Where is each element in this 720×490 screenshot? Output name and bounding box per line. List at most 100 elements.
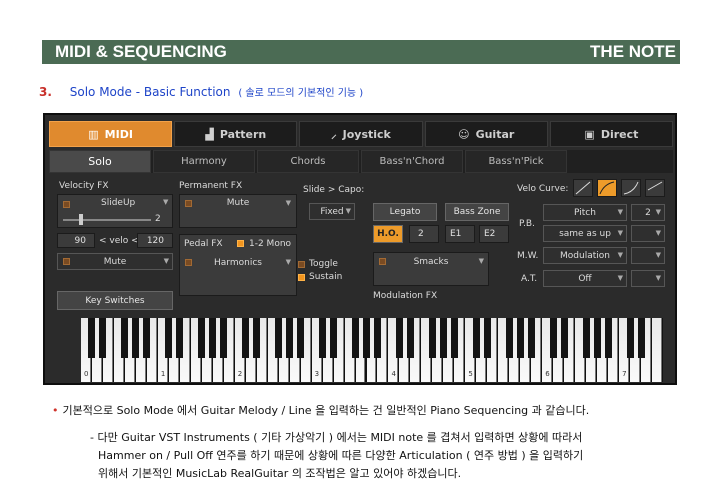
octave-label: 5 xyxy=(468,370,473,378)
section-title[interactable]: Solo Mode - Basic Function xyxy=(70,85,231,99)
velo-curve-linear-button[interactable] xyxy=(573,179,593,197)
black-key[interactable] xyxy=(253,318,261,358)
black-key[interactable] xyxy=(99,318,107,358)
at-dropdown[interactable]: Off ▼ xyxy=(543,270,627,287)
black-key[interactable] xyxy=(286,318,294,358)
tab-solo[interactable]: Solo xyxy=(49,150,151,173)
tab-bass-n-chord[interactable]: Bass'n'Chord xyxy=(361,150,463,173)
black-key[interactable] xyxy=(483,318,491,358)
mw-dropdown[interactable]: Modulation ▼ xyxy=(543,247,627,264)
black-key[interactable] xyxy=(626,318,634,358)
black-key[interactable] xyxy=(428,318,436,358)
white-key[interactable] xyxy=(652,318,662,382)
pb-extra-dropdown[interactable]: ▼ xyxy=(631,225,665,242)
black-key[interactable] xyxy=(297,318,305,358)
black-key[interactable] xyxy=(450,318,458,358)
black-key[interactable] xyxy=(121,318,129,358)
pedal-fx-led[interactable] xyxy=(185,259,192,266)
permanent-fx-dropdown[interactable]: Mute ▼ xyxy=(182,196,294,210)
at-extra-dropdown[interactable]: ▼ xyxy=(631,270,665,287)
curve-hard-icon xyxy=(623,181,639,195)
black-key[interactable] xyxy=(604,318,612,358)
black-key[interactable] xyxy=(319,318,327,358)
pedal-fx-dropdown[interactable]: Harmonics ▼ xyxy=(182,255,294,270)
pb-dropdown[interactable]: Pitch ▼ xyxy=(543,204,627,221)
bass-zone-button[interactable]: Bass Zone xyxy=(445,203,509,221)
velocity-high-field[interactable]: 120 xyxy=(137,233,173,248)
modulation-fx-led[interactable] xyxy=(379,258,386,265)
velo-curve-label: Velo Curve: xyxy=(517,184,569,194)
section-number: 3. xyxy=(39,85,52,99)
black-key[interactable] xyxy=(275,318,283,358)
black-key[interactable] xyxy=(527,318,535,358)
black-key[interactable] xyxy=(220,318,228,358)
black-key[interactable] xyxy=(373,318,381,358)
black-key[interactable] xyxy=(549,318,557,358)
black-key[interactable] xyxy=(352,318,360,358)
black-key[interactable] xyxy=(406,318,414,358)
modulation-fx-label: Modulation FX xyxy=(373,291,438,301)
velocity-amount-slider[interactable] xyxy=(63,219,151,221)
velocity-amount-handle[interactable] xyxy=(79,214,83,225)
tab-chords[interactable]: Chords xyxy=(257,150,359,173)
black-key[interactable] xyxy=(198,318,206,358)
black-key[interactable] xyxy=(505,318,513,358)
tab-guitar[interactable]: ☺ Guitar xyxy=(424,121,548,147)
velocity-fx-value[interactable]: SlideUp xyxy=(101,198,135,208)
velocity-mode-led[interactable] xyxy=(63,258,70,265)
tab-bass-n-pick[interactable]: Bass'n'Pick xyxy=(465,150,567,173)
velocity-amount-value[interactable]: 2 xyxy=(155,214,161,224)
black-key[interactable] xyxy=(143,318,151,358)
tab-harmony[interactable]: Harmony xyxy=(153,150,255,173)
black-key[interactable] xyxy=(395,318,403,358)
chevron-down-icon[interactable]: ▼ xyxy=(163,198,168,206)
slide-capo-dropdown[interactable]: Fixed ▼ xyxy=(309,203,355,220)
black-key[interactable] xyxy=(88,318,96,358)
octave-label: 6 xyxy=(545,370,550,378)
black-key[interactable] xyxy=(362,318,370,358)
tab-midi[interactable]: ▥ MIDI xyxy=(49,121,173,147)
black-key[interactable] xyxy=(330,318,338,358)
velo-curve-soft-button[interactable] xyxy=(597,179,617,197)
black-key[interactable] xyxy=(242,318,250,358)
velo-curve-hard-button[interactable] xyxy=(621,179,641,197)
key-switches-button[interactable]: Key Switches xyxy=(57,291,173,310)
black-key[interactable] xyxy=(176,318,184,358)
legato-button[interactable]: Legato xyxy=(373,203,437,221)
permanent-fx-led[interactable] xyxy=(185,200,192,207)
pb-mode-dropdown[interactable]: same as up ▼ xyxy=(543,225,627,242)
chevron-down-icon: ▼ xyxy=(617,274,623,282)
header-right-title: THE NOTE xyxy=(590,42,676,61)
velocity-fx-led[interactable] xyxy=(63,201,70,208)
black-key[interactable] xyxy=(209,318,217,358)
tab-pattern[interactable]: ▟ Pattern xyxy=(174,121,298,147)
chevron-down-icon: ▼ xyxy=(655,229,661,237)
black-key[interactable] xyxy=(516,318,524,358)
black-key[interactable] xyxy=(637,318,645,358)
black-key[interactable] xyxy=(165,318,173,358)
black-key[interactable] xyxy=(472,318,480,358)
tab-joystick[interactable]: ⸝ Joystick xyxy=(299,121,423,147)
modulation-fx-dropdown[interactable]: Smacks ▼ xyxy=(375,254,487,269)
e2-field[interactable]: E2 xyxy=(479,225,509,243)
mono-led[interactable] xyxy=(237,240,244,247)
black-key[interactable] xyxy=(582,318,590,358)
black-key[interactable] xyxy=(593,318,601,358)
hammer-on-value[interactable]: 2 xyxy=(409,225,439,243)
bullet-paragraph: • 기본적으로 Solo Mode 에서 Guitar Melody / Line… xyxy=(52,404,590,417)
hammer-on-button[interactable]: H.O. xyxy=(373,225,403,243)
black-key[interactable] xyxy=(560,318,568,358)
black-key[interactable] xyxy=(439,318,447,358)
e1-field[interactable]: E1 xyxy=(445,225,475,243)
velocity-low-field[interactable]: 90 xyxy=(57,233,95,248)
velo-curve-flat-button[interactable] xyxy=(645,179,665,197)
mw-extra-dropdown[interactable]: ▼ xyxy=(631,247,665,264)
velocity-mode-dropdown[interactable]: Mute ▼ xyxy=(57,253,173,270)
sustain-led[interactable] xyxy=(298,274,305,281)
pb-amount-dropdown[interactable]: 2 ▼ xyxy=(631,204,665,221)
octave-label: 1 xyxy=(160,370,166,378)
tab-direct[interactable]: ▣ Direct xyxy=(549,121,674,147)
piano-keyboard[interactable]: 0 1 2 3 4 5 6 7 xyxy=(81,318,663,382)
toggle-led[interactable] xyxy=(298,261,305,268)
black-key[interactable] xyxy=(132,318,140,358)
